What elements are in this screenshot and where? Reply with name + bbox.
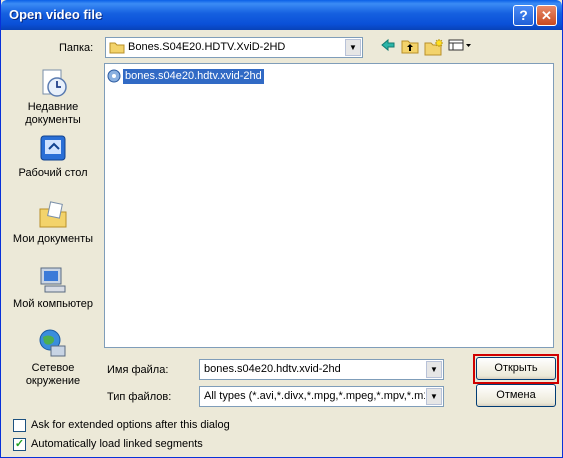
filename-label: Имя файла: <box>107 364 169 376</box>
my-computer-icon <box>40 267 66 293</box>
view-menu-icon[interactable] <box>447 38 473 58</box>
place-label: Сетевое окружение <box>25 362 81 387</box>
place-network[interactable]: Сетевое окружение <box>8 328 98 388</box>
place-desktop[interactable]: Рабочий стол <box>8 133 98 180</box>
network-icon <box>39 329 66 357</box>
place-label: Мой компьютер <box>12 298 94 310</box>
lookin-dropdown[interactable]: Bones.S04E20.HDTV.XviD-2HD ▼ <box>105 37 363 58</box>
load-linked-segments-label: Automatically load linked segments <box>31 438 203 450</box>
filetype-value: All types (*.avi,*.divx,*.mpg,*.mpeg,*.m… <box>204 390 425 402</box>
file-name: bones.s04e20.hdtv.xvid-2hd <box>123 68 264 84</box>
chevron-down-icon[interactable]: ▼ <box>426 388 442 405</box>
help-button[interactable]: ? <box>513 5 534 26</box>
folder-icon <box>109 42 125 54</box>
video-file-icon <box>107 69 121 83</box>
place-label: Рабочий стол <box>18 167 88 179</box>
title-bar[interactable]: Open video file ? ✕ <box>1 0 562 30</box>
chevron-down-icon[interactable]: ▼ <box>426 361 442 378</box>
chevron-down-icon[interactable]: ▼ <box>345 39 361 56</box>
extended-options-checkbox[interactable] <box>13 419 26 432</box>
lookin-label: Папка: <box>59 42 94 54</box>
place-label: Недавние документы <box>25 101 81 126</box>
place-my-computer[interactable]: Мой компьютер <box>8 264 98 311</box>
up-folder-icon[interactable] <box>400 38 420 58</box>
load-linked-segments-checkbox[interactable]: ✓ <box>13 438 26 451</box>
back-icon[interactable] <box>378 38 398 58</box>
cancel-button[interactable]: Отмена <box>476 384 556 407</box>
place-recent-documents[interactable]: Недавние документы <box>8 67 98 127</box>
recent-documents-icon <box>42 69 67 97</box>
new-folder-icon[interactable] <box>424 38 444 58</box>
dialog-title: Open video file <box>9 7 103 22</box>
open-button[interactable]: Открыть <box>476 357 556 380</box>
place-label: Мои документы <box>12 233 94 245</box>
lookin-value: Bones.S04E20.HDTV.XviD-2HD <box>128 41 286 53</box>
list-item[interactable]: bones.s04e20.hdtv.xvid-2hd <box>107 68 264 84</box>
file-list[interactable]: bones.s04e20.hdtv.xvid-2hd <box>104 63 554 348</box>
filename-value: bones.s04e20.hdtv.xvid-2hd <box>204 363 341 375</box>
extended-options-label: Ask for extended options after this dial… <box>31 419 230 431</box>
places-bar: Недавние документы Рабочий стол Мои доку… <box>8 63 98 408</box>
filetype-label: Тип файлов: <box>107 391 172 403</box>
desktop-icon <box>40 135 66 161</box>
filetype-select[interactable]: All types (*.avi,*.divx,*.mpg,*.mpeg,*.m… <box>199 386 444 407</box>
open-video-dialog: Open video file ? ✕ Папка: Bones.S04E20.… <box>0 0 563 458</box>
my-documents-icon <box>39 201 67 228</box>
place-my-documents[interactable]: Мои документы <box>8 199 98 246</box>
filename-input[interactable]: bones.s04e20.hdtv.xvid-2hd ▼ <box>199 359 444 380</box>
close-button[interactable]: ✕ <box>536 5 557 26</box>
